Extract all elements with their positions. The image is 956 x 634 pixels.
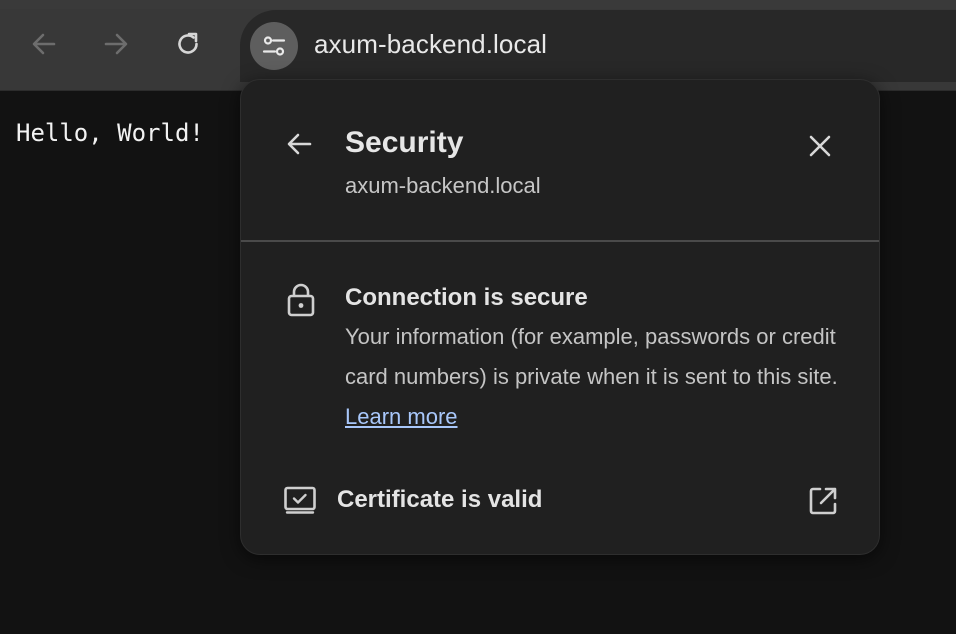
connection-description: Your information (for example, passwords… xyxy=(345,317,845,437)
external-link-icon[interactable] xyxy=(807,485,839,517)
security-popup: Security axum-backend.local Connection i… xyxy=(240,79,880,555)
browser-window: axum-backend.local Hello, World! Securit… xyxy=(0,0,956,634)
arrow-left-icon xyxy=(32,33,56,55)
popup-divider xyxy=(241,240,879,242)
page-body-text: Hello, World! xyxy=(16,119,204,147)
lock-icon xyxy=(287,283,315,317)
arrow-left-icon xyxy=(287,133,312,155)
forward-button[interactable] xyxy=(96,24,136,64)
reload-icon xyxy=(178,32,198,54)
certificate-row[interactable]: Certificate is valid xyxy=(241,472,879,528)
popup-title: Security xyxy=(345,126,464,159)
tune-icon xyxy=(262,36,286,56)
reload-button[interactable] xyxy=(168,24,208,64)
popup-back-button[interactable] xyxy=(281,126,317,162)
popup-close-button[interactable] xyxy=(802,128,838,164)
site-info-button[interactable] xyxy=(250,22,298,70)
url-text[interactable]: axum-backend.local xyxy=(314,29,547,60)
connection-description-text: Your information (for example, passwords… xyxy=(345,324,838,389)
tab-strip-edge xyxy=(0,0,956,9)
learn-more-link[interactable]: Learn more xyxy=(345,404,458,429)
connection-status-title: Connection is secure xyxy=(345,284,588,311)
close-icon xyxy=(809,135,831,157)
popup-subtitle: axum-backend.local xyxy=(345,173,541,198)
certificate-icon xyxy=(284,486,316,514)
arrow-right-icon xyxy=(104,33,128,55)
browser-toolbar: axum-backend.local xyxy=(0,0,956,91)
back-button[interactable] xyxy=(24,24,64,64)
certificate-label: Certificate is valid xyxy=(337,486,543,513)
